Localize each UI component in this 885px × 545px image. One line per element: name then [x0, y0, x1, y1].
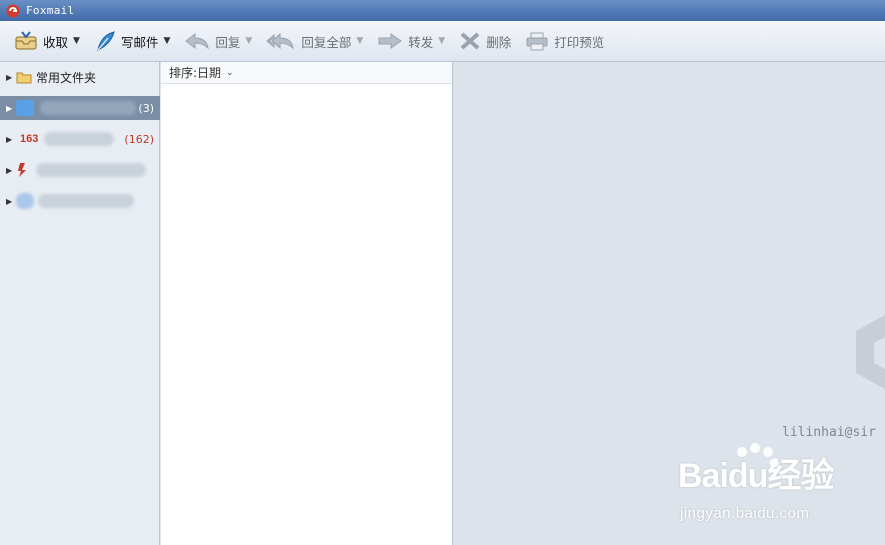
expand-triangle-icon[interactable]: ▶: [6, 73, 16, 82]
account-name-redacted: [44, 132, 115, 146]
message-list-pane: 排序:日期 ⌄: [161, 62, 453, 545]
account-avatar: [16, 100, 34, 116]
expand-triangle-icon[interactable]: ▶: [6, 197, 16, 206]
forward-button[interactable]: 转发 ▼: [377, 26, 445, 56]
receive-label: 收取: [43, 34, 69, 50]
account-avatar: [16, 193, 34, 209]
delete-x-icon: [460, 32, 480, 50]
delete-label: 删除: [486, 34, 512, 50]
print-preview-label: 打印预览: [554, 34, 605, 50]
reply-label: 回复: [215, 34, 241, 50]
account-name-redacted: [38, 194, 134, 208]
title-bar: Foxmail: [0, 0, 885, 21]
account-unread-count: (3): [138, 101, 154, 115]
account-logo-icon: [18, 163, 26, 177]
reply-all-label: 回复全部: [301, 34, 352, 50]
account-163-badge: 163: [20, 133, 39, 145]
expand-triangle-icon[interactable]: ▶: [6, 104, 16, 113]
delete-button[interactable]: 删除: [459, 26, 511, 56]
folder-common-label: 常用文件夹: [36, 70, 97, 85]
sort-label: 排序:日期: [169, 66, 222, 80]
account-item-3[interactable]: ▶: [0, 158, 160, 182]
account-item-2[interactable]: ▶ 163 (162): [0, 127, 160, 151]
account-item-1[interactable]: ▶ (3): [0, 96, 160, 120]
print-preview-button[interactable]: 打印预览: [525, 26, 604, 56]
printer-icon: [526, 32, 548, 51]
chevron-down-icon[interactable]: ▼: [245, 36, 252, 46]
account-name-redacted: [40, 101, 136, 115]
chevron-down-icon[interactable]: ▼: [163, 36, 170, 46]
chevron-down-icon[interactable]: ▼: [438, 36, 445, 46]
folder-pane: ▶ 常用文件夹 ▶ (3) ▶ 163 (162) ▶ ▶: [0, 62, 160, 545]
baidu-url-text: jingyan.baidu.com: [680, 505, 810, 522]
app-title: Foxmail: [26, 4, 75, 17]
folder-icon: [16, 72, 32, 84]
compose-button[interactable]: 写邮件 ▼: [94, 26, 170, 56]
chevron-down-icon[interactable]: ▼: [73, 36, 80, 46]
chevron-down-icon[interactable]: ⌄: [226, 68, 234, 78]
feather-pen-icon: [97, 31, 115, 51]
reading-pane: lilinhai@sir Baidu经验 jingyan.baidu.com: [454, 62, 885, 545]
forward-arrow-icon: [378, 33, 403, 49]
expand-triangle-icon[interactable]: ▶: [6, 166, 16, 175]
chevron-down-icon[interactable]: ▼: [356, 36, 363, 46]
compose-label: 写邮件: [120, 34, 159, 50]
account-item-4[interactable]: ▶: [0, 189, 160, 213]
reply-all-arrow-icon: [266, 32, 295, 50]
account-name-redacted: [36, 163, 146, 177]
account-unread-count: (162): [124, 132, 154, 146]
inbox-tray-icon: [15, 31, 37, 50]
reply-all-button[interactable]: 回复全部 ▼: [266, 26, 363, 56]
receive-button[interactable]: 收取 ▼: [14, 26, 80, 56]
account-hint-text: lilinhai@sir: [782, 425, 876, 440]
reply-button[interactable]: 回复 ▼: [184, 26, 252, 56]
reply-arrow-icon: [185, 32, 210, 50]
foxmail-logo-icon: [6, 4, 20, 17]
foxmail-watermark-icon: [856, 314, 885, 390]
main-toolbar: 收取 ▼ 写邮件 ▼ 回复 ▼ 回复全部 ▼ 转发 ▼ 删除 打印预览: [0, 21, 885, 62]
expand-triangle-icon[interactable]: ▶: [6, 135, 16, 144]
sort-button[interactable]: 排序:日期 ⌄: [161, 62, 452, 84]
paw-icon: [737, 443, 779, 468]
forward-label: 转发: [408, 34, 434, 50]
folder-common[interactable]: ▶ 常用文件夹: [0, 65, 160, 89]
baidu-watermark: Baidu经验: [678, 443, 834, 497]
